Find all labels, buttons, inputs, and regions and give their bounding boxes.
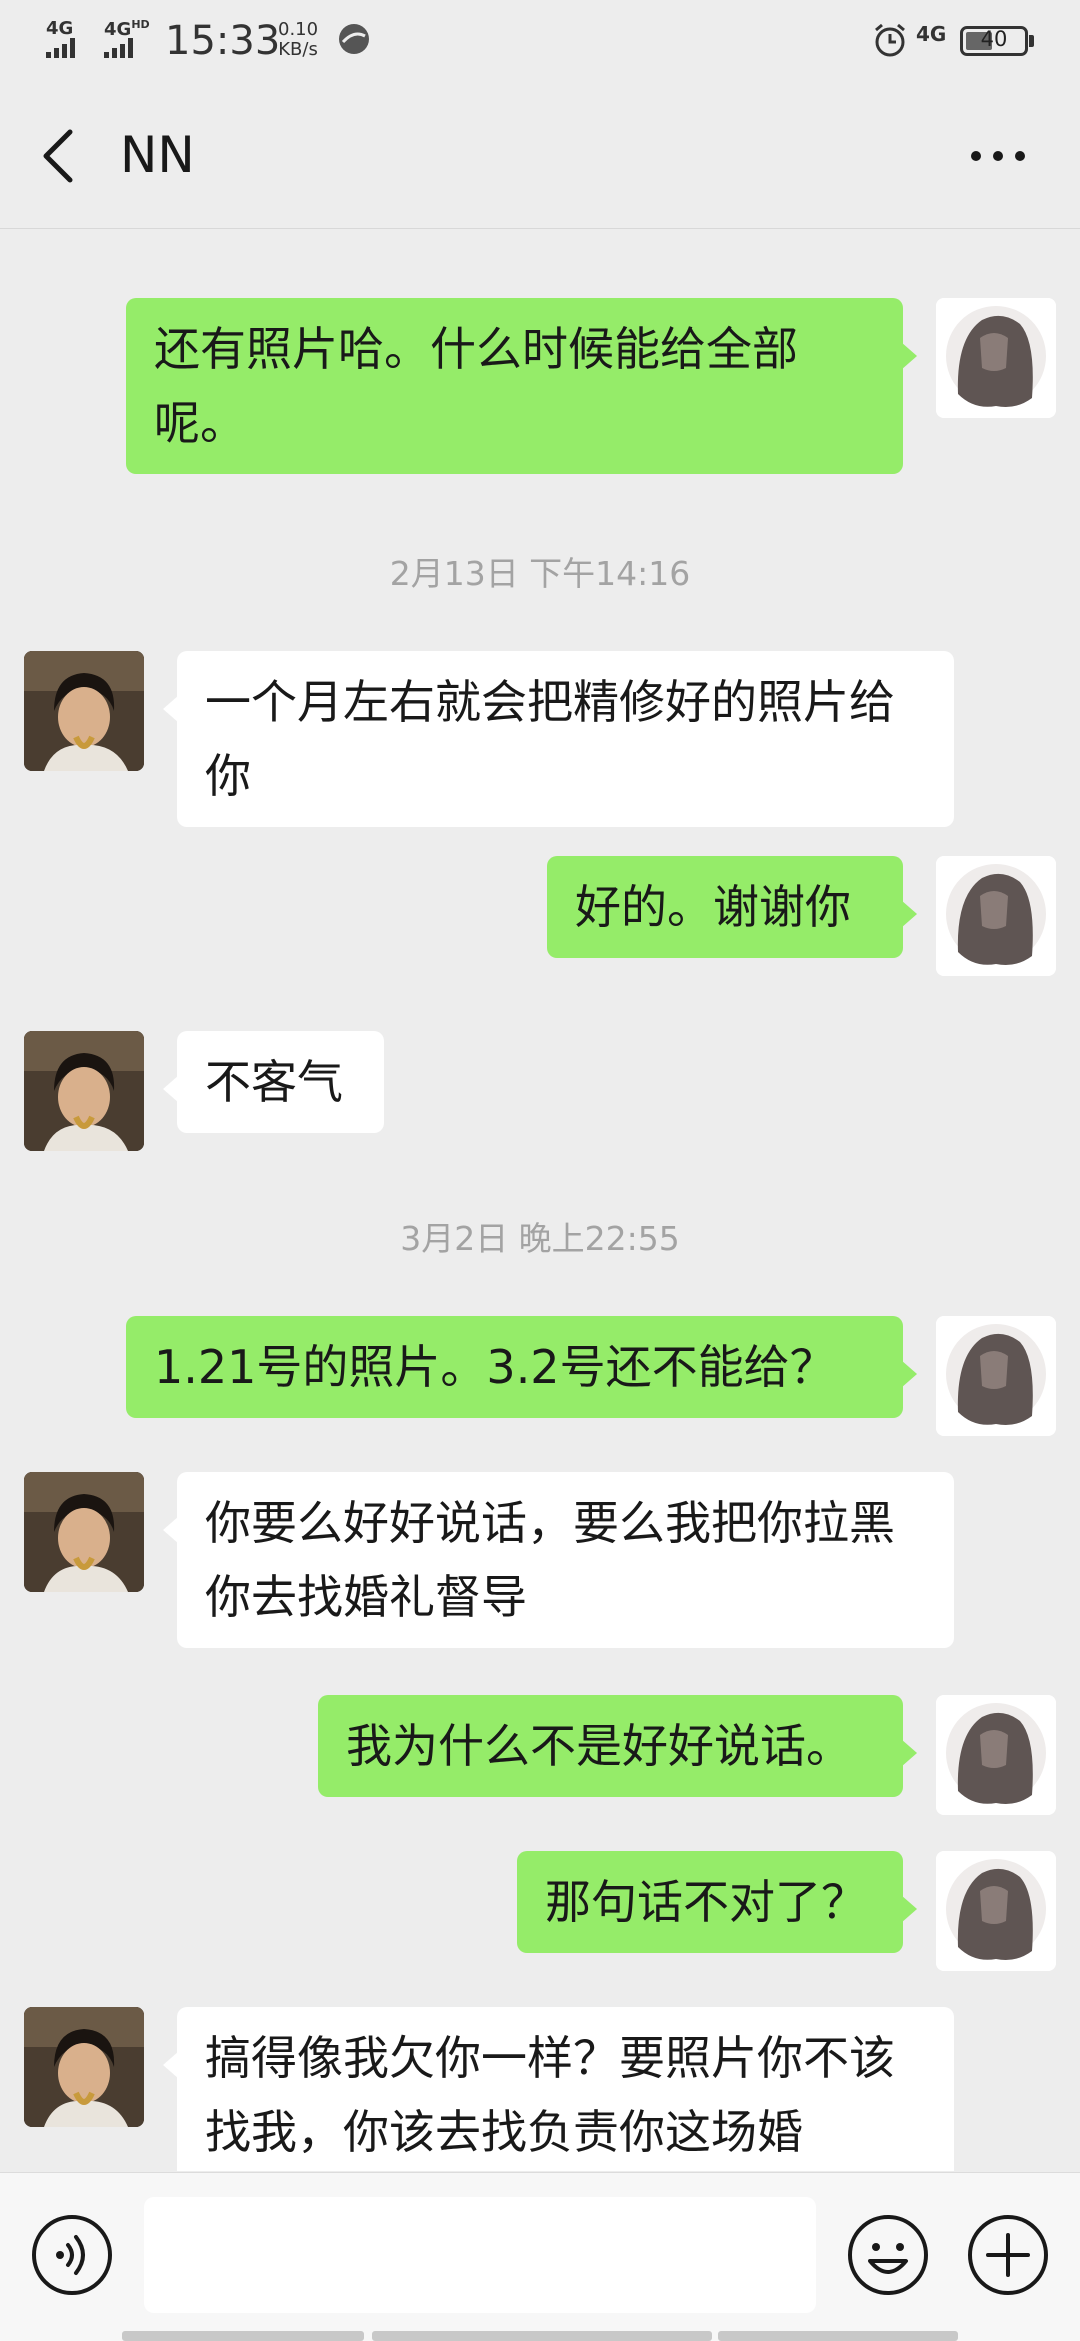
message-bubble-sent[interactable]: 1.21号的照片。3.2号还不能给？ (126, 1316, 917, 1418)
contact-avatar-image (24, 1472, 144, 1592)
network-speed: 0.10 KB/s (278, 19, 319, 60)
more-dots-icon[interactable] (962, 134, 1034, 178)
contact-avatar-image (24, 2007, 144, 2127)
message-timestamp: 2月13日 下午14:16 (389, 554, 691, 593)
contact-avatar-image (24, 651, 144, 771)
back-chevron-icon[interactable] (36, 124, 86, 188)
clock: 15:33 (165, 18, 281, 64)
message-list[interactable]: 还有照片哈。什么时候能给全部呢。 2月13日 下午14:16 一个月左右就会把精… (0, 229, 1080, 2171)
message-bubble-sent[interactable]: 我为什么不是好好说话。 (318, 1695, 917, 1797)
message-bubble-received[interactable]: 不客气 (163, 1031, 384, 1133)
message-bubble-received[interactable]: 你要么好好说话，要么我把你拉黑你去找婚礼督导 (163, 1472, 954, 1648)
battery-icon: 40 (960, 26, 1028, 56)
alarm-icon (875, 23, 905, 57)
network-type-3: 4G (916, 22, 947, 46)
my-avatar-image (936, 298, 1056, 418)
status-bar: 4G 4GHD 15:33 0.10 KB/s 4G 40 (0, 0, 1080, 84)
network-type-2: 4GHD (104, 18, 150, 40)
chat-input-bar (0, 2172, 1080, 2341)
my-avatar[interactable] (936, 298, 1056, 418)
my-avatar-image (936, 1695, 1056, 1815)
contact-avatar[interactable] (24, 1031, 144, 1151)
my-avatar-image (936, 1851, 1056, 1971)
message-bubble-sent[interactable]: 那句话不对了？ (517, 1851, 917, 1953)
my-avatar[interactable] (936, 1851, 1056, 1971)
emoji-icon[interactable] (846, 2213, 930, 2297)
contact-avatar-image (24, 1031, 144, 1151)
contact-avatar[interactable] (24, 651, 144, 771)
signal-bars-1-icon (46, 38, 75, 58)
app-notification-icon (339, 24, 369, 54)
voice-icon[interactable] (30, 2213, 114, 2297)
my-avatar[interactable] (936, 1695, 1056, 1815)
contact-avatar[interactable] (24, 2007, 144, 2127)
message-timestamp: 3月2日 晚上22:55 (400, 1219, 680, 1258)
chat-title: NN (120, 126, 195, 184)
network-type-1: 4G (46, 18, 74, 39)
message-bubble-sent[interactable]: 好的。谢谢你 (547, 856, 917, 958)
signal-bars-2-icon (104, 38, 133, 58)
message-input[interactable] (144, 2197, 816, 2313)
chat-header: NN (0, 84, 1080, 229)
message-bubble-received[interactable]: 一个月左右就会把精修好的照片给你 (163, 651, 954, 827)
my-avatar-image (936, 1316, 1056, 1436)
battery-tip (1029, 35, 1034, 47)
my-avatar[interactable] (936, 1316, 1056, 1436)
my-avatar-image (936, 856, 1056, 976)
my-avatar[interactable] (936, 856, 1056, 976)
plus-icon[interactable] (966, 2213, 1050, 2297)
message-bubble-received[interactable]: 搞得像我欠你一样？要照片你不该找我，你该去找负责你这场婚 (163, 2007, 954, 2171)
contact-avatar[interactable] (24, 1472, 144, 1592)
message-bubble-sent[interactable]: 还有照片哈。什么时候能给全部呢。 (126, 298, 917, 474)
